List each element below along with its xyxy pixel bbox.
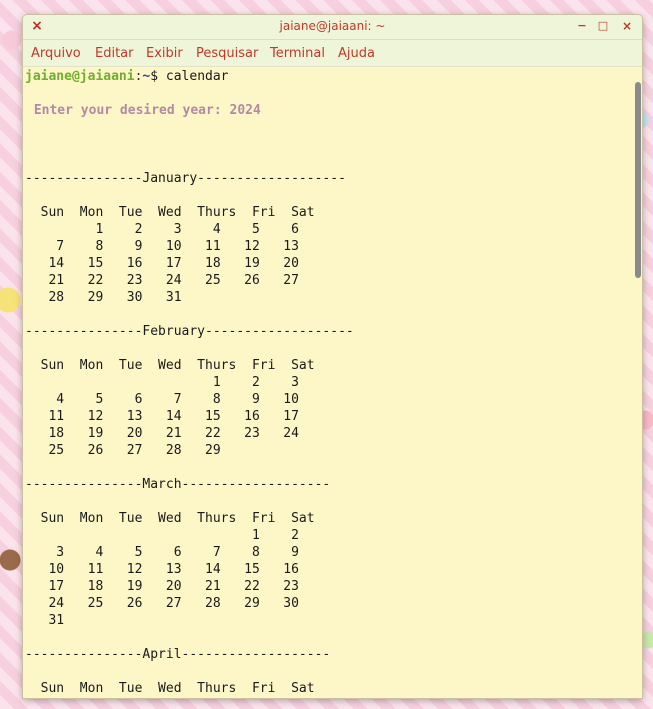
terminal-line: ---------------April------------------- <box>25 647 331 662</box>
terminal-line: ---------------January------------------… <box>25 171 346 186</box>
terminal-line: 31 <box>25 613 65 628</box>
title-bar[interactable]: × jaiane@jaiaani: ~ − □ × <box>23 15 642 40</box>
terminal-line: 21 22 23 24 25 26 27 <box>25 273 299 288</box>
terminal-window: × jaiane@jaiaani: ~ − □ × Arquivo Editar… <box>23 15 642 698</box>
terminal-line: ---------------February-----------------… <box>25 324 354 339</box>
terminal-line: Sun Mon Tue Wed Thurs Fri Sat <box>25 205 315 220</box>
prompt-user-host: jaiane@jaiaani <box>25 69 135 84</box>
desktop-wallpaper-right <box>641 0 653 709</box>
terminal-line: 10 11 12 13 14 15 16 <box>25 562 299 577</box>
terminal-line: 18 19 20 21 22 23 24 <box>25 426 299 441</box>
desktop-wallpaper-left <box>0 0 23 709</box>
menu-ajuda[interactable]: Ajuda <box>338 46 375 61</box>
menu-bar: Arquivo Editar Exibir Pesquisar Terminal… <box>23 40 642 67</box>
terminal-line: 1 2 3 4 5 6 <box>25 222 299 237</box>
terminal-line: 28 29 30 31 <box>25 290 182 305</box>
terminal-line: 1 2 3 4 5 6 <box>25 697 299 698</box>
menu-arquivo[interactable]: Arquivo <box>31 46 81 61</box>
terminal-output[interactable]: jaiane@jaiaani:~$ calendar Enter your de… <box>23 67 633 698</box>
command-text: calendar <box>158 69 229 84</box>
terminal-line: Sun Mon Tue Wed Thurs Fri Sat <box>25 681 315 696</box>
terminal-line: Sun Mon Tue Wed Thurs Fri Sat <box>25 511 315 526</box>
terminal-line: 1 2 3 <box>25 375 299 390</box>
prompt-line: jaiane@jaiaani:~$ calendar <box>25 68 229 85</box>
terminal-line: 17 18 19 20 21 22 23 <box>25 579 299 594</box>
terminal-line: 3 4 5 6 7 8 9 <box>25 545 299 560</box>
menu-terminal[interactable]: Terminal <box>270 46 325 61</box>
maximize-icon[interactable]: □ <box>596 19 610 33</box>
terminal-line: ---------------March------------------- <box>25 477 331 492</box>
menu-pesquisar[interactable]: Pesquisar <box>196 46 258 61</box>
window-title: jaiane@jaiaani: ~ <box>279 19 386 33</box>
terminal-line: 11 12 13 14 15 16 17 <box>25 409 299 424</box>
terminal-line: 24 25 26 27 28 29 30 <box>25 596 299 611</box>
minimize-icon[interactable]: − <box>575 19 589 33</box>
year-prompt: Enter your desired year: 2024 <box>26 103 261 118</box>
terminal-line: 1 2 <box>25 528 299 543</box>
terminal-line: 4 5 6 7 8 9 10 <box>25 392 299 407</box>
menu-editar[interactable]: Editar <box>95 46 134 61</box>
scrollbar-thumb[interactable] <box>635 82 641 278</box>
close-window-icon[interactable]: × <box>620 19 634 33</box>
terminal-line: 14 15 16 17 18 19 20 <box>25 256 299 271</box>
menu-exibir[interactable]: Exibir <box>146 46 183 61</box>
prompt-symbol: $ <box>150 69 159 84</box>
terminal-line: 7 8 9 10 11 12 13 <box>25 239 299 254</box>
terminal-line: Sun Mon Tue Wed Thurs Fri Sat <box>25 358 315 373</box>
terminal-line: 25 26 27 28 29 <box>25 443 221 458</box>
